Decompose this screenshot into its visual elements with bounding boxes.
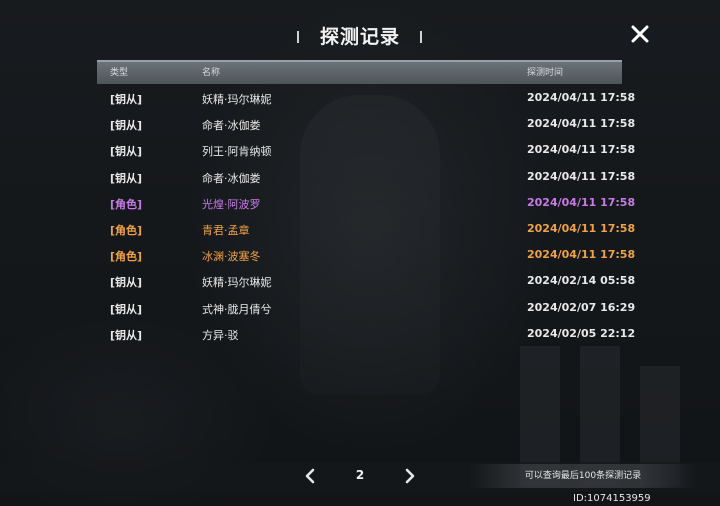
title-divider-left [297,31,299,43]
table-row: [钥从] 妖精·玛尔琳妮 2024/04/11 17:58 [97,84,635,110]
record-type: [钥从] [110,328,143,342]
record-name: 光煌·阿波罗 [202,197,261,211]
record-time: 2024/04/11 17:58 [527,117,636,131]
record-time: 2024/04/11 17:58 [527,91,636,104]
table-row: [角色] 冰渊·波塞冬 2024/04/11 17:58 [97,241,635,267]
record-name: 命者·冰伽娄 [202,119,261,133]
record-name: 妖精·玛尔琳妮 [202,93,272,106]
record-time: 2024/02/05 22:12 [527,326,636,340]
table-row: [钥从] 列王·阿肯纳顿 2024/04/11 17:58 [97,136,635,162]
table-row: [角色] 青君·孟章 2024/04/11 17:58 [97,215,635,241]
record-type: [钥从] [110,302,143,316]
page-title: 探测记录 [319,26,400,48]
record-type: [钥从] [110,145,143,159]
table-row: [钥从] 命者·冰伽娄 2024/04/11 17:58 [97,163,635,189]
record-type: [钥从] [110,171,143,185]
table-row: [钥从] 式神·胧月倩兮 2024/02/07 16:29 [97,294,635,320]
query-limit-note: 可以查询最后100条探测记录 [468,464,698,488]
record-name: 命者·冰伽娄 [202,171,261,185]
table-body: [钥从] 妖精·玛尔琳妮 2024/04/11 17:58 [钥从] 命者·冰伽娄 202… [97,84,635,346]
table-row: [钥从] 命者·冰伽娄 2024/04/11 17:58 [97,110,635,136]
record-time: 2024/04/11 17:58 [527,221,636,235]
header-time: 探测时间 [527,68,564,78]
close-icon [631,25,649,43]
page-number: 2 [355,468,365,482]
record-name: 列王·阿肯纳顿 [202,145,272,159]
table-row: [钥从] 方异·驳 2024/02/05 22:12 [97,320,635,346]
record-time: 2024/02/07 16:29 [527,300,636,314]
record-name: 式神·胧月倩兮 [202,302,272,316]
record-type: [钥从] [110,119,143,133]
table-row: [钥从] 妖精·玛尔琳妮 2024/02/14 05:58 [97,267,635,293]
record-time: 2024/04/11 17:58 [527,169,636,183]
record-type: [角色] [110,197,143,211]
table-header: 类型 名称 探测时间 [97,60,622,84]
prev-page-button[interactable] [300,466,320,486]
user-id: ID:1074153959 [573,493,651,504]
record-time: 2024/04/11 17:58 [527,248,636,262]
close-button[interactable] [626,20,654,48]
record-time: 2024/04/11 17:58 [527,195,636,209]
chevron-right-icon [405,468,415,484]
pagination: 2 [296,462,426,490]
header-name: 名称 [202,68,221,78]
chevron-left-icon [305,468,315,484]
record-name: 青君·孟章 [202,223,250,237]
records-table: 类型 名称 探测时间 [钥从] 妖精·玛尔琳妮 2024/04/11 17:58 [钥… [97,60,635,346]
record-time: 2024/04/11 17:58 [527,143,636,157]
record-type: [角色] [110,223,143,237]
record-type: [钥从] [110,93,143,106]
record-type: [钥从] [110,276,143,290]
record-name: 冰渊·波塞冬 [202,250,261,264]
next-page-button[interactable] [400,466,420,486]
header-type: 类型 [110,68,129,78]
title-bar: 探测记录 [0,22,720,52]
record-name: 妖精·玛尔琳妮 [202,276,272,290]
record-time: 2024/02/14 05:58 [527,274,636,288]
title-divider-right [420,31,422,43]
record-name: 方异·驳 [202,328,239,342]
table-row: [角色] 光煌·阿波罗 2024/04/11 17:58 [97,189,635,215]
record-type: [角色] [110,250,143,264]
